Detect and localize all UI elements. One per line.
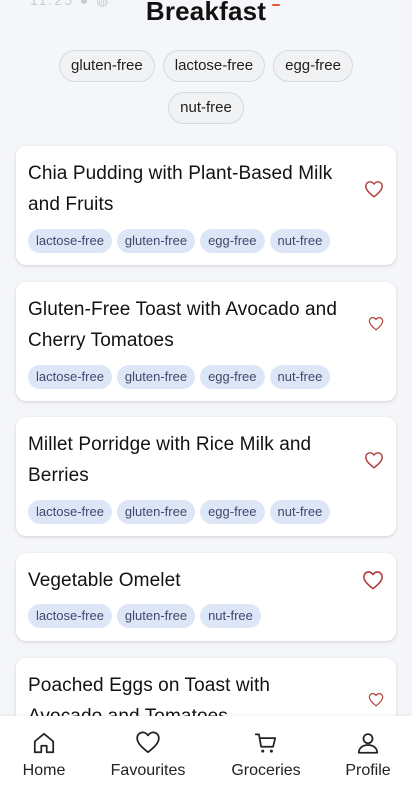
home-icon (31, 730, 57, 756)
nav-home-label: Home (22, 762, 66, 779)
favourite-heart-icon[interactable] (362, 570, 384, 590)
recipe-tag: nut-free (269, 365, 331, 389)
recipe-tag: gluten-free (116, 604, 196, 628)
nav-home[interactable]: Home (18, 730, 70, 780)
recipe-tag: lactose-free (28, 500, 112, 524)
recipe-tag: nut-free (269, 229, 331, 253)
recipe-tag: gluten-free (116, 365, 196, 389)
recipe-tag: lactose-free (28, 365, 112, 389)
filter-chip-lactose-free[interactable]: lactose-free (162, 50, 266, 82)
nav-favourites-label: Favourites (110, 762, 186, 779)
filter-chip-nut-free[interactable]: nut-free (168, 92, 244, 124)
nav-profile-label: Profile (345, 762, 391, 779)
favourite-heart-icon[interactable] (368, 692, 384, 707)
recipe-card[interactable]: Chia Pudding with Plant-Based Milk and F… (16, 146, 396, 265)
nav-profile[interactable]: Profile (340, 730, 396, 780)
recipe-tags: lactose-free gluten-free egg-free nut-fr… (28, 229, 384, 253)
page-title: Breakfast (145, 0, 267, 26)
recipe-tags: lactose-free gluten-free nut-free (28, 604, 384, 628)
recipe-tags: lactose-free gluten-free egg-free nut-fr… (28, 500, 384, 524)
header: 11:25 ● ◍ Breakfast (0, 0, 412, 40)
cart-icon (253, 730, 279, 756)
nav-groceries-label: Groceries (231, 762, 301, 779)
recipe-tag: lactose-free (28, 604, 112, 628)
favourite-heart-icon[interactable] (364, 180, 384, 198)
recipe-tag: nut-free (200, 604, 261, 628)
recipe-tag: egg-free (200, 365, 265, 389)
recipe-tag: lactose-free (28, 229, 112, 253)
recipe-title: Chia Pudding with Plant-Based Milk and F… (28, 163, 333, 215)
nav-favourites[interactable]: Favourites (106, 730, 190, 780)
recipe-tag: egg-free (200, 229, 265, 253)
favourite-heart-icon[interactable] (368, 316, 384, 331)
recipe-card[interactable]: Millet Porridge with Rice Milk and Berri… (16, 417, 396, 536)
recipe-tag: gluten-free (116, 500, 196, 524)
filter-chip-gluten-free[interactable]: gluten-free (59, 50, 155, 82)
recipe-title: Millet Porridge with Rice Milk and Berri… (28, 434, 312, 486)
bottom-navigation: Home Favourites Groceries Profile (0, 716, 412, 800)
recipe-tag: gluten-free (116, 229, 196, 253)
recipe-title: Vegetable Omelet (28, 570, 181, 591)
recipe-tag: egg-free (200, 500, 265, 524)
recipe-tags: lactose-free gluten-free egg-free nut-fr… (28, 365, 384, 389)
nav-groceries[interactable]: Groceries (226, 730, 306, 780)
heart-icon (135, 730, 161, 756)
recipe-card[interactable]: Gluten-Free Toast with Avocado and Cherr… (16, 282, 396, 401)
filter-chip-egg-free[interactable]: egg-free (273, 50, 353, 82)
title-accent-mark (272, 4, 280, 6)
person-icon (355, 730, 381, 756)
recipe-card[interactable]: Vegetable Omelet lactose-free gluten-fre… (16, 553, 396, 641)
filter-chips: gluten-free lactose-free egg-free nut-fr… (36, 50, 376, 124)
favourite-heart-icon[interactable] (364, 451, 384, 469)
recipe-title: Gluten-Free Toast with Avocado and Cherr… (28, 299, 337, 351)
recipe-tag: nut-free (269, 500, 331, 524)
